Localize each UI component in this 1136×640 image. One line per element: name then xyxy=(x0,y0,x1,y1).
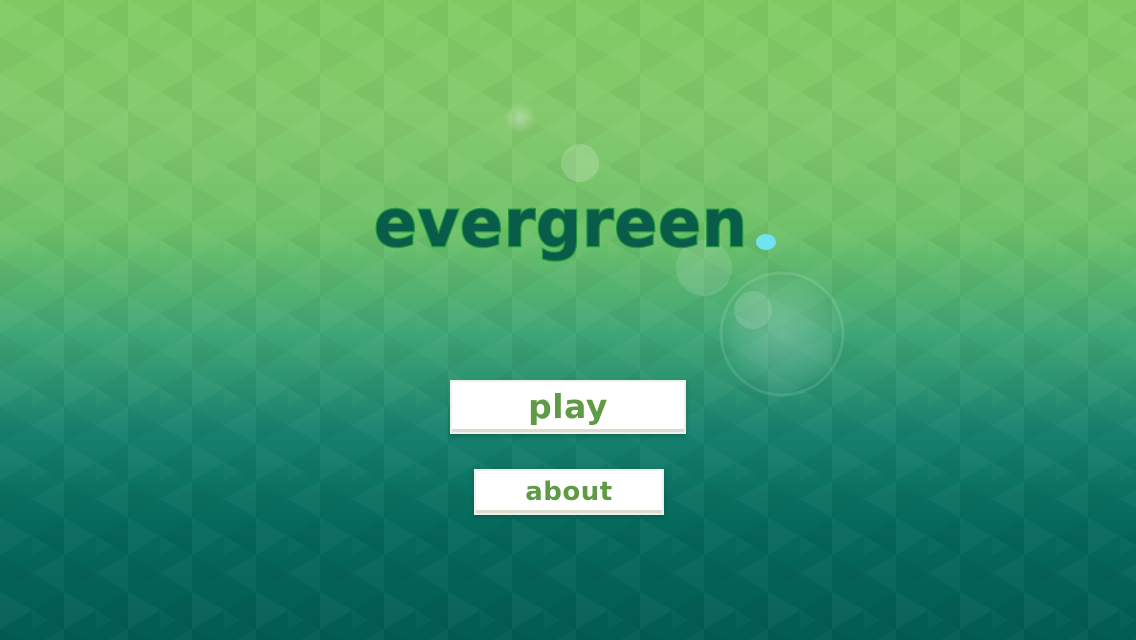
game-logo: evergreen xyxy=(373,184,776,263)
about-button[interactable]: about xyxy=(474,469,664,515)
lens-flare-decoration xyxy=(504,102,845,397)
title-dot-icon xyxy=(756,234,776,250)
game-menu-screen: evergreen play about xyxy=(0,0,1136,640)
game-title: evergreen xyxy=(374,185,748,262)
play-button[interactable]: play xyxy=(450,380,686,434)
